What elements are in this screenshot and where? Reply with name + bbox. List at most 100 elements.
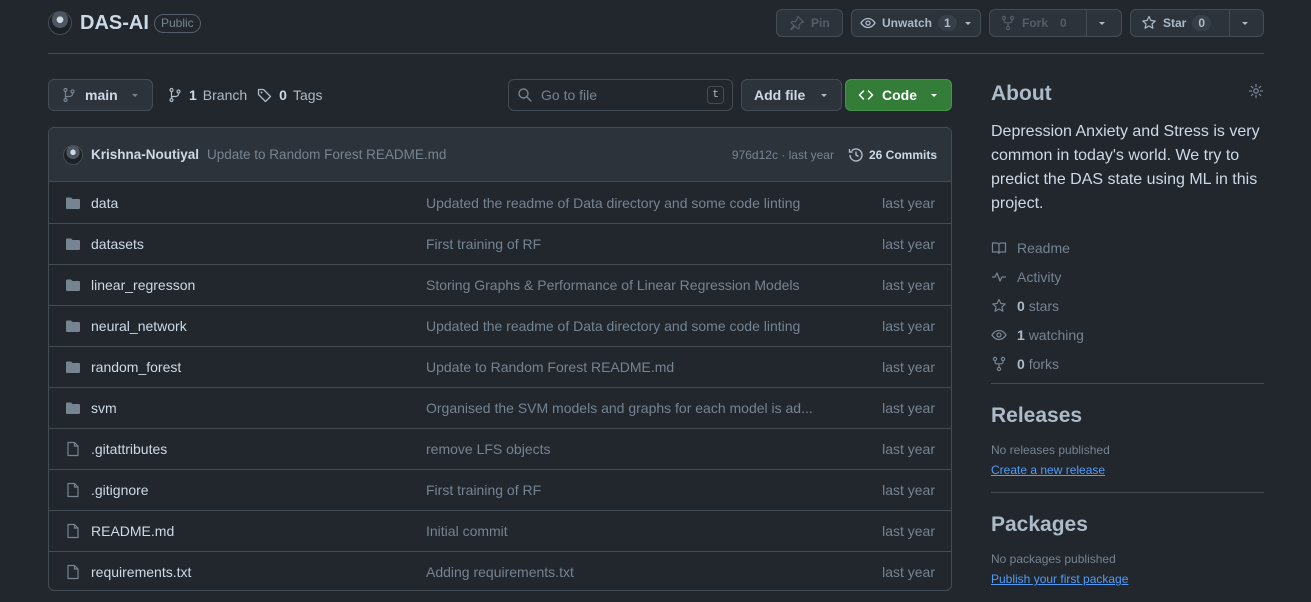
file-name[interactable]: datasets xyxy=(91,236,426,252)
file-commit-message[interactable]: Initial commit xyxy=(426,523,816,539)
chevron-down-icon[interactable] xyxy=(963,18,973,28)
file-row[interactable]: data Updated the readme of Data directory… xyxy=(49,182,951,223)
file-name[interactable]: README.md xyxy=(91,523,426,539)
file-name[interactable]: .gitignore xyxy=(91,482,426,498)
repo-name[interactable]: DAS-AI xyxy=(80,11,149,35)
activity-label: Activity xyxy=(1017,268,1062,285)
watch-button[interactable]: Unwatch 1 xyxy=(851,9,981,37)
code-button[interactable]: Code xyxy=(845,79,952,111)
star-label: Star xyxy=(1163,16,1187,30)
file-commit-message[interactable]: Adding requirements.txt xyxy=(426,564,816,580)
branch-selector[interactable]: main xyxy=(48,79,153,111)
tags-link[interactable]: 0 Tags xyxy=(257,87,323,103)
go-to-file-placeholder: Go to file xyxy=(541,87,598,103)
file-commit-time: last year xyxy=(882,482,935,498)
commit-author[interactable]: Krishna-Noutiyal xyxy=(91,147,199,162)
file-commit-message[interactable]: Updated the readme of Data directory and… xyxy=(426,318,816,334)
visibility-badge: Public xyxy=(154,14,201,33)
packages-title[interactable]: Packages xyxy=(991,513,1264,537)
chevron-down-icon xyxy=(1097,18,1107,28)
activity-link[interactable]: Activity xyxy=(991,262,1264,291)
file-commit-time: last year xyxy=(882,564,935,580)
file-commit-message[interactable]: First training of RF xyxy=(426,482,816,498)
go-to-file-input[interactable]: Go to file t xyxy=(508,79,733,111)
file-icon xyxy=(65,523,81,539)
file-commit-time: last year xyxy=(882,194,935,211)
file-name[interactable]: .gitattributes xyxy=(91,441,426,457)
file-row[interactable]: requirements.txt Adding requirements.txt l… xyxy=(49,551,951,590)
forks-count: 0 xyxy=(1017,355,1025,372)
pin-button[interactable]: Pin xyxy=(776,9,843,37)
fork-dropdown[interactable] xyxy=(1086,10,1117,36)
file-commit-time: last year xyxy=(882,359,935,375)
commit-hash-time[interactable]: 976d12c · last year xyxy=(732,148,834,162)
folder-icon xyxy=(65,359,81,375)
chevron-down-icon xyxy=(130,90,140,100)
publish-package-link[interactable]: Publish your first package xyxy=(991,572,1128,586)
file-row[interactable]: .gitattributes remove LFS objects last yea… xyxy=(49,428,951,469)
folder-icon xyxy=(65,277,81,293)
file-commit-message[interactable]: Storing Graphs & Performance of Linear R… xyxy=(426,277,816,293)
fork-button[interactable]: Fork 0 xyxy=(989,9,1122,37)
commits-history-link[interactable]: 26 Commits xyxy=(848,147,937,163)
folder-icon xyxy=(65,195,81,211)
pulse-icon xyxy=(991,269,1007,285)
about-title: About xyxy=(991,82,1052,105)
chevron-down-icon xyxy=(819,90,829,100)
repo-owner-avatar[interactable] xyxy=(48,11,72,35)
commit-message[interactable]: Update to Random Forest README.md xyxy=(207,147,446,162)
file-name[interactable]: neural_network xyxy=(91,318,426,334)
watch-count: 1 xyxy=(938,15,957,31)
branches-link[interactable]: 1 Branch xyxy=(167,87,247,103)
file-row[interactable]: datasets First training of RF last year xyxy=(49,223,951,264)
fork-label: Fork xyxy=(1022,16,1049,30)
branch-tag-info: 1 Branch 0 Tags xyxy=(167,87,323,103)
gear-icon[interactable] xyxy=(1248,83,1264,99)
forks-label: forks xyxy=(1028,355,1060,372)
add-file-button[interactable]: Add file xyxy=(741,79,843,111)
releases-title[interactable]: Releases xyxy=(991,404,1264,428)
file-row[interactable]: random_forest Update to Random Forest REA… xyxy=(49,346,951,387)
stars-count: 0 xyxy=(1017,297,1025,314)
file-row[interactable]: svm Organised the SVM models and graphs f… xyxy=(49,387,951,428)
file-row[interactable]: neural_network Updated the readme of Data… xyxy=(49,305,951,346)
file-name[interactable]: requirements.txt xyxy=(91,564,426,580)
star-count: 0 xyxy=(1192,15,1212,31)
stars-link[interactable]: 0 stars xyxy=(991,291,1264,320)
commit-author-avatar[interactable] xyxy=(63,144,83,165)
code-icon xyxy=(858,87,874,103)
create-release-link[interactable]: Create a new release xyxy=(991,463,1105,477)
eye-icon xyxy=(860,15,876,31)
file-commit-message[interactable]: Update to Random Forest README.md xyxy=(426,359,816,375)
commits-count: 26 Commits xyxy=(868,147,937,162)
chevron-down-icon xyxy=(929,90,939,100)
keyboard-shortcut: t xyxy=(707,86,724,104)
watch-label: Unwatch xyxy=(882,16,933,30)
book-icon xyxy=(991,240,1007,256)
forks-link[interactable]: 0 forks xyxy=(991,349,1264,378)
readme-link[interactable]: Readme xyxy=(991,233,1264,262)
file-commit-message[interactable]: First training of RF xyxy=(426,236,816,252)
star-button[interactable]: Star 0 xyxy=(1130,9,1264,37)
file-row[interactable]: README.md Initial commit last year xyxy=(49,510,951,551)
file-name[interactable]: svm xyxy=(91,400,426,416)
file-name[interactable]: data xyxy=(91,195,426,211)
fork-icon xyxy=(1000,15,1016,31)
file-commit-message[interactable]: Organised the SVM models and graphs for … xyxy=(426,400,816,416)
file-icon xyxy=(65,482,81,498)
star-dropdown[interactable] xyxy=(1229,10,1260,36)
file-name[interactable]: random_forest xyxy=(91,359,426,375)
folder-icon xyxy=(65,318,81,334)
file-row[interactable]: linear_regresson Storing Graphs & Perform… xyxy=(49,264,951,305)
file-row[interactable]: .gitignore First training of RF last year xyxy=(49,469,951,510)
file-name[interactable]: linear_regresson xyxy=(91,277,426,293)
watching-count: 1 xyxy=(1017,326,1025,343)
packages-empty: No packages published xyxy=(991,552,1116,566)
chevron-down-icon xyxy=(1240,18,1250,28)
file-commit-message[interactable]: remove LFS objects xyxy=(426,441,816,457)
watching-link[interactable]: 1 watching xyxy=(991,320,1264,349)
file-icon xyxy=(65,441,81,457)
file-commit-message[interactable]: Updated the readme of Data directory and… xyxy=(426,195,816,211)
file-icon xyxy=(65,564,81,580)
file-list: data Updated the readme of Data directory… xyxy=(49,182,951,590)
